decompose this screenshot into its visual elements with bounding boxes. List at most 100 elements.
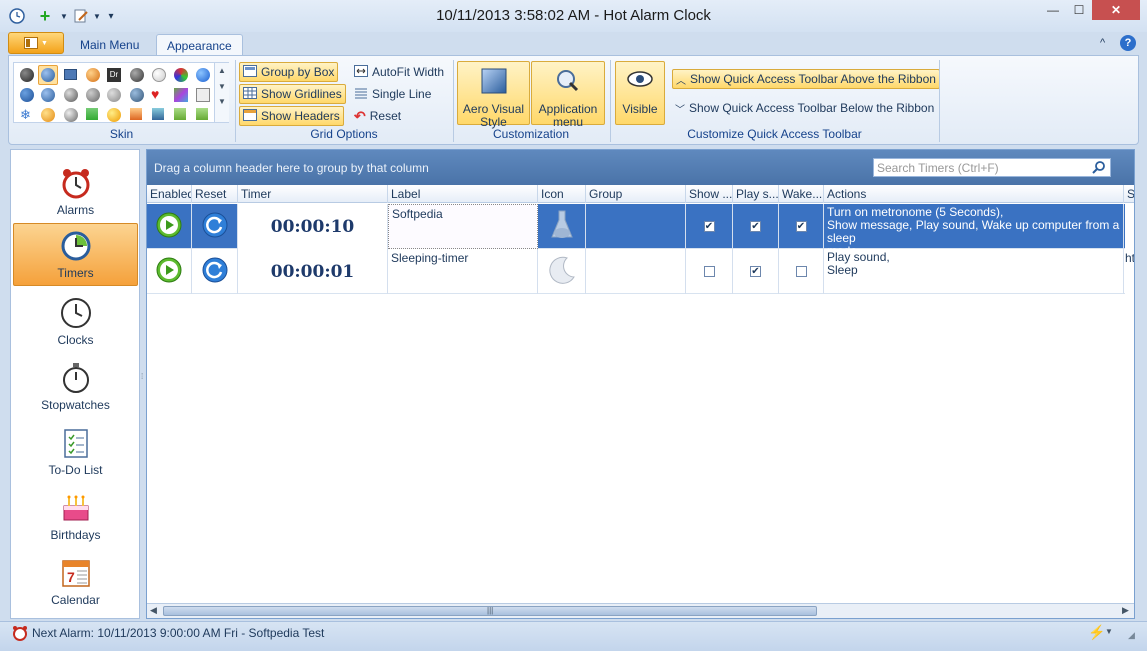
- enabled-cell[interactable]: [147, 249, 192, 294]
- skin-swatch[interactable]: [130, 108, 142, 120]
- column-header-show[interactable]: Show ...: [686, 185, 733, 203]
- scroll-right-icon[interactable]: ▶: [1122, 605, 1129, 616]
- column-header-icon[interactable]: Icon: [538, 185, 586, 203]
- column-header-timer[interactable]: Timer: [238, 185, 388, 203]
- show-headers-button[interactable]: Show Headers: [239, 106, 344, 126]
- skin-swatch[interactable]: [64, 108, 78, 122]
- group-by-box-button[interactable]: Group by Box: [239, 62, 339, 82]
- close-button[interactable]: ✕: [1092, 0, 1140, 20]
- sidebar-item-calendar[interactable]: 7 Calendar: [13, 549, 138, 612]
- skin-swatch[interactable]: [152, 68, 166, 82]
- sidebar-item-birthdays[interactable]: Birthdays: [13, 484, 138, 547]
- table-row[interactable]: 00:00:01 Sleeping-timer ✔ Play sound, Sl…: [147, 249, 1134, 294]
- skin-gallery[interactable]: Dr ♥ ❄ ▲ ▼ ▼: [13, 62, 229, 123]
- resize-grip-icon[interactable]: ◢: [1128, 630, 1135, 641]
- play-cell[interactable]: ✔: [733, 249, 779, 294]
- play-checkbox[interactable]: ✔: [750, 221, 761, 232]
- skin-swatch[interactable]: [107, 88, 121, 102]
- column-header-play[interactable]: Play s...: [733, 185, 779, 203]
- skin-swatch[interactable]: [196, 68, 210, 82]
- sidebar-item-clocks[interactable]: Clocks: [13, 289, 138, 352]
- sidebar-item-alarms[interactable]: Alarms: [13, 159, 138, 222]
- skin-swatch[interactable]: [130, 68, 144, 82]
- show-checkbox[interactable]: ✔: [703, 221, 715, 232]
- play-icon[interactable]: [156, 257, 182, 286]
- horizontal-scrollbar[interactable]: ◀ ||| ▶: [147, 603, 1134, 618]
- sidebar-item-stopwatches[interactable]: Stopwatches: [13, 354, 138, 417]
- skin-swatch[interactable]: [130, 88, 144, 102]
- show-checkbox[interactable]: [703, 266, 715, 277]
- group-by-panel[interactable]: Drag a column header here to group by th…: [147, 150, 1134, 185]
- sidebar-item-label: Stopwatches: [41, 398, 110, 412]
- skin-swatch[interactable]: [196, 108, 208, 120]
- skin-swatch[interactable]: [64, 69, 77, 80]
- qat-below-button[interactable]: ﹀ Show Quick Access Toolbar Below the Ri…: [672, 98, 937, 118]
- skin-swatch[interactable]: [20, 68, 34, 82]
- help-icon[interactable]: ?: [1120, 35, 1136, 51]
- reset-cell[interactable]: [192, 204, 238, 249]
- application-menu-button[interactable]: Application menu: [531, 61, 605, 129]
- skin-swatch[interactable]: [107, 108, 121, 122]
- skin-swatch[interactable]: [174, 88, 188, 102]
- skin-swatch[interactable]: ❄: [20, 107, 31, 123]
- chevron-down-icon[interactable]: ▼: [1105, 627, 1113, 636]
- label-cell[interactable]: Sleeping-timer: [388, 249, 538, 294]
- column-header-wake[interactable]: Wake...: [779, 185, 824, 203]
- collapse-ribbon-icon[interactable]: ^: [1100, 37, 1105, 49]
- show-cell[interactable]: [686, 249, 733, 294]
- column-header-group[interactable]: Group: [586, 185, 686, 203]
- column-header-label[interactable]: Label: [388, 185, 538, 203]
- search-input[interactable]: Search Timers (Ctrl+F): [873, 158, 1111, 177]
- column-header-reset[interactable]: Reset: [192, 185, 238, 203]
- sidebar-item-timers[interactable]: Timers: [13, 223, 138, 286]
- minimize-button[interactable]: —: [1040, 0, 1066, 20]
- aero-icon: [481, 68, 507, 97]
- skin-swatch[interactable]: [86, 108, 98, 120]
- play-cell[interactable]: ✔: [733, 204, 779, 249]
- skin-swatch[interactable]: [41, 68, 55, 82]
- visible-button[interactable]: Visible: [615, 61, 665, 125]
- skin-swatch[interactable]: [86, 88, 100, 102]
- column-header-actions[interactable]: Actions: [824, 185, 1124, 203]
- splitter-handle[interactable]: ⁞: [141, 373, 145, 389]
- sidebar-item-todo[interactable]: To-Do List: [13, 419, 138, 482]
- wake-checkbox[interactable]: ✔: [795, 221, 807, 232]
- single-line-button[interactable]: Single Line: [351, 84, 434, 104]
- skin-swatch[interactable]: [86, 68, 100, 82]
- column-header-enabled[interactable]: Enabled: [147, 185, 192, 203]
- maximize-button[interactable]: ☐: [1066, 0, 1092, 20]
- skin-swatch[interactable]: [64, 88, 78, 102]
- skin-swatch[interactable]: [41, 88, 55, 102]
- skin-swatch[interactable]: Dr: [107, 68, 121, 82]
- refresh-icon[interactable]: [202, 257, 228, 286]
- skin-swatch[interactable]: [174, 68, 188, 82]
- reset-button[interactable]: ↶ Reset: [351, 106, 404, 126]
- skin-swatch[interactable]: [152, 108, 164, 120]
- play-icon[interactable]: [156, 212, 182, 241]
- scroll-left-icon[interactable]: ◀: [150, 605, 157, 616]
- label-cell[interactable]: Softpedia: [388, 204, 538, 249]
- skin-swatch[interactable]: [174, 108, 186, 120]
- column-header-sound[interactable]: So: [1124, 185, 1134, 203]
- search-icon[interactable]: [1092, 160, 1106, 177]
- play-checkbox[interactable]: ✔: [750, 266, 761, 277]
- skin-swatch[interactable]: [196, 88, 210, 102]
- refresh-icon[interactable]: [202, 212, 228, 241]
- enabled-cell[interactable]: [147, 204, 192, 249]
- gallery-scroll[interactable]: ▲ ▼ ▼: [214, 63, 229, 122]
- skin-swatch[interactable]: ♥: [151, 86, 159, 102]
- wake-cell[interactable]: ✔: [779, 204, 824, 249]
- tab-main-menu[interactable]: Main Menu: [70, 34, 149, 56]
- show-gridlines-button[interactable]: Show Gridlines: [239, 84, 346, 104]
- skin-swatch[interactable]: [41, 108, 55, 122]
- wake-cell[interactable]: [779, 249, 824, 294]
- reset-cell[interactable]: [192, 249, 238, 294]
- table-row[interactable]: 00:00:10 Softpedia ✔ ✔ ✔ Turn on metrono…: [147, 204, 1134, 249]
- power-icon[interactable]: ⚡: [1088, 624, 1105, 641]
- skin-swatch[interactable]: [20, 88, 34, 102]
- autofit-width-button[interactable]: AutoFit Width: [351, 62, 447, 82]
- qat-above-button[interactable]: ︿ Show Quick Access Toolbar Above the Ri…: [672, 69, 940, 89]
- wake-checkbox[interactable]: [795, 266, 807, 277]
- aero-visual-style-button[interactable]: Aero Visual Style: [457, 61, 530, 129]
- show-cell[interactable]: ✔: [686, 204, 733, 249]
